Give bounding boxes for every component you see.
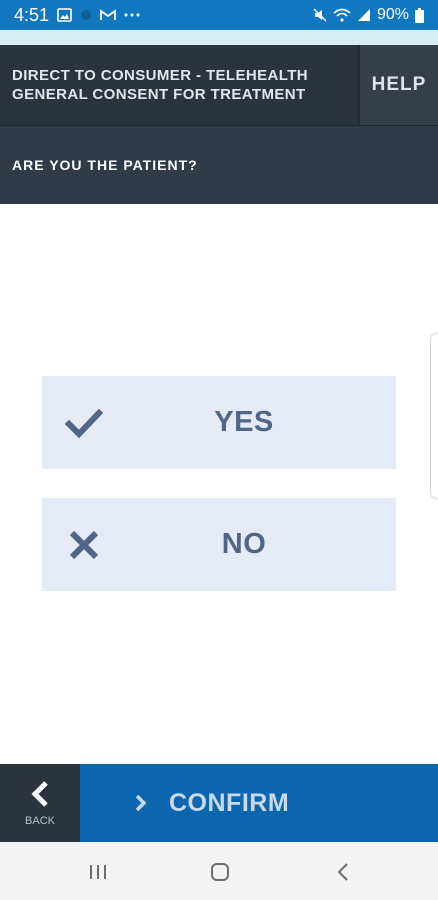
back-label: BACK <box>25 814 55 827</box>
circle-icon <box>80 9 92 21</box>
back-chevron-icon <box>29 780 51 813</box>
mute-icon <box>313 8 327 22</box>
x-icon <box>64 525 104 565</box>
wifi-icon <box>333 8 351 22</box>
chevron-right-icon <box>135 794 147 812</box>
gallery-icon <box>57 8 72 22</box>
confirm-label: CONFIRM <box>169 788 290 817</box>
status-time: 4:51 <box>14 4 50 25</box>
gmail-icon <box>100 9 116 21</box>
back-button[interactable]: BACK <box>0 764 80 842</box>
home-icon[interactable] <box>209 861 231 883</box>
question-text: ARE YOU THE PATIENT? <box>12 157 198 173</box>
help-button[interactable]: HELP <box>358 45 438 125</box>
signal-icon <box>357 8 371 22</box>
yes-option-button[interactable]: YES <box>42 376 396 469</box>
form-title-line2: GENERAL CONSENT FOR TREATMENT <box>12 86 306 103</box>
status-left: 4:51 <box>14 5 140 26</box>
more-dots-icon <box>124 13 140 17</box>
back-nav-icon[interactable] <box>333 861 355 883</box>
battery-percent: 90% <box>376 6 409 23</box>
accent-strip <box>0 30 438 45</box>
checkmark-icon <box>64 403 104 443</box>
system-nav-bar <box>0 842 438 900</box>
form-title: DIRECT TO CONSUMER - TELEHEALTH GENERAL … <box>0 45 358 125</box>
battery-icon <box>415 7 424 23</box>
app-screen: 4:51 90% DIRECT TO CONSUMER - TELEHEALTH… <box>0 0 438 900</box>
status-bar: 4:51 90% <box>0 0 438 30</box>
form-title-line1: DIRECT TO CONSUMER - TELEHEALTH <box>12 67 309 84</box>
status-right: 90% <box>313 6 424 24</box>
edge-panel-handle[interactable] <box>430 333 438 499</box>
confirm-button[interactable]: CONFIRM <box>80 764 438 842</box>
no-option-button[interactable]: NO <box>42 498 396 591</box>
question-heading: ARE YOU THE PATIENT? <box>0 125 438 204</box>
recents-icon[interactable] <box>87 861 109 883</box>
header: DIRECT TO CONSUMER - TELEHEALTH GENERAL … <box>0 45 438 125</box>
form-title-text: DIRECT TO CONSUMER - TELEHEALTH GENERAL … <box>12 66 308 104</box>
